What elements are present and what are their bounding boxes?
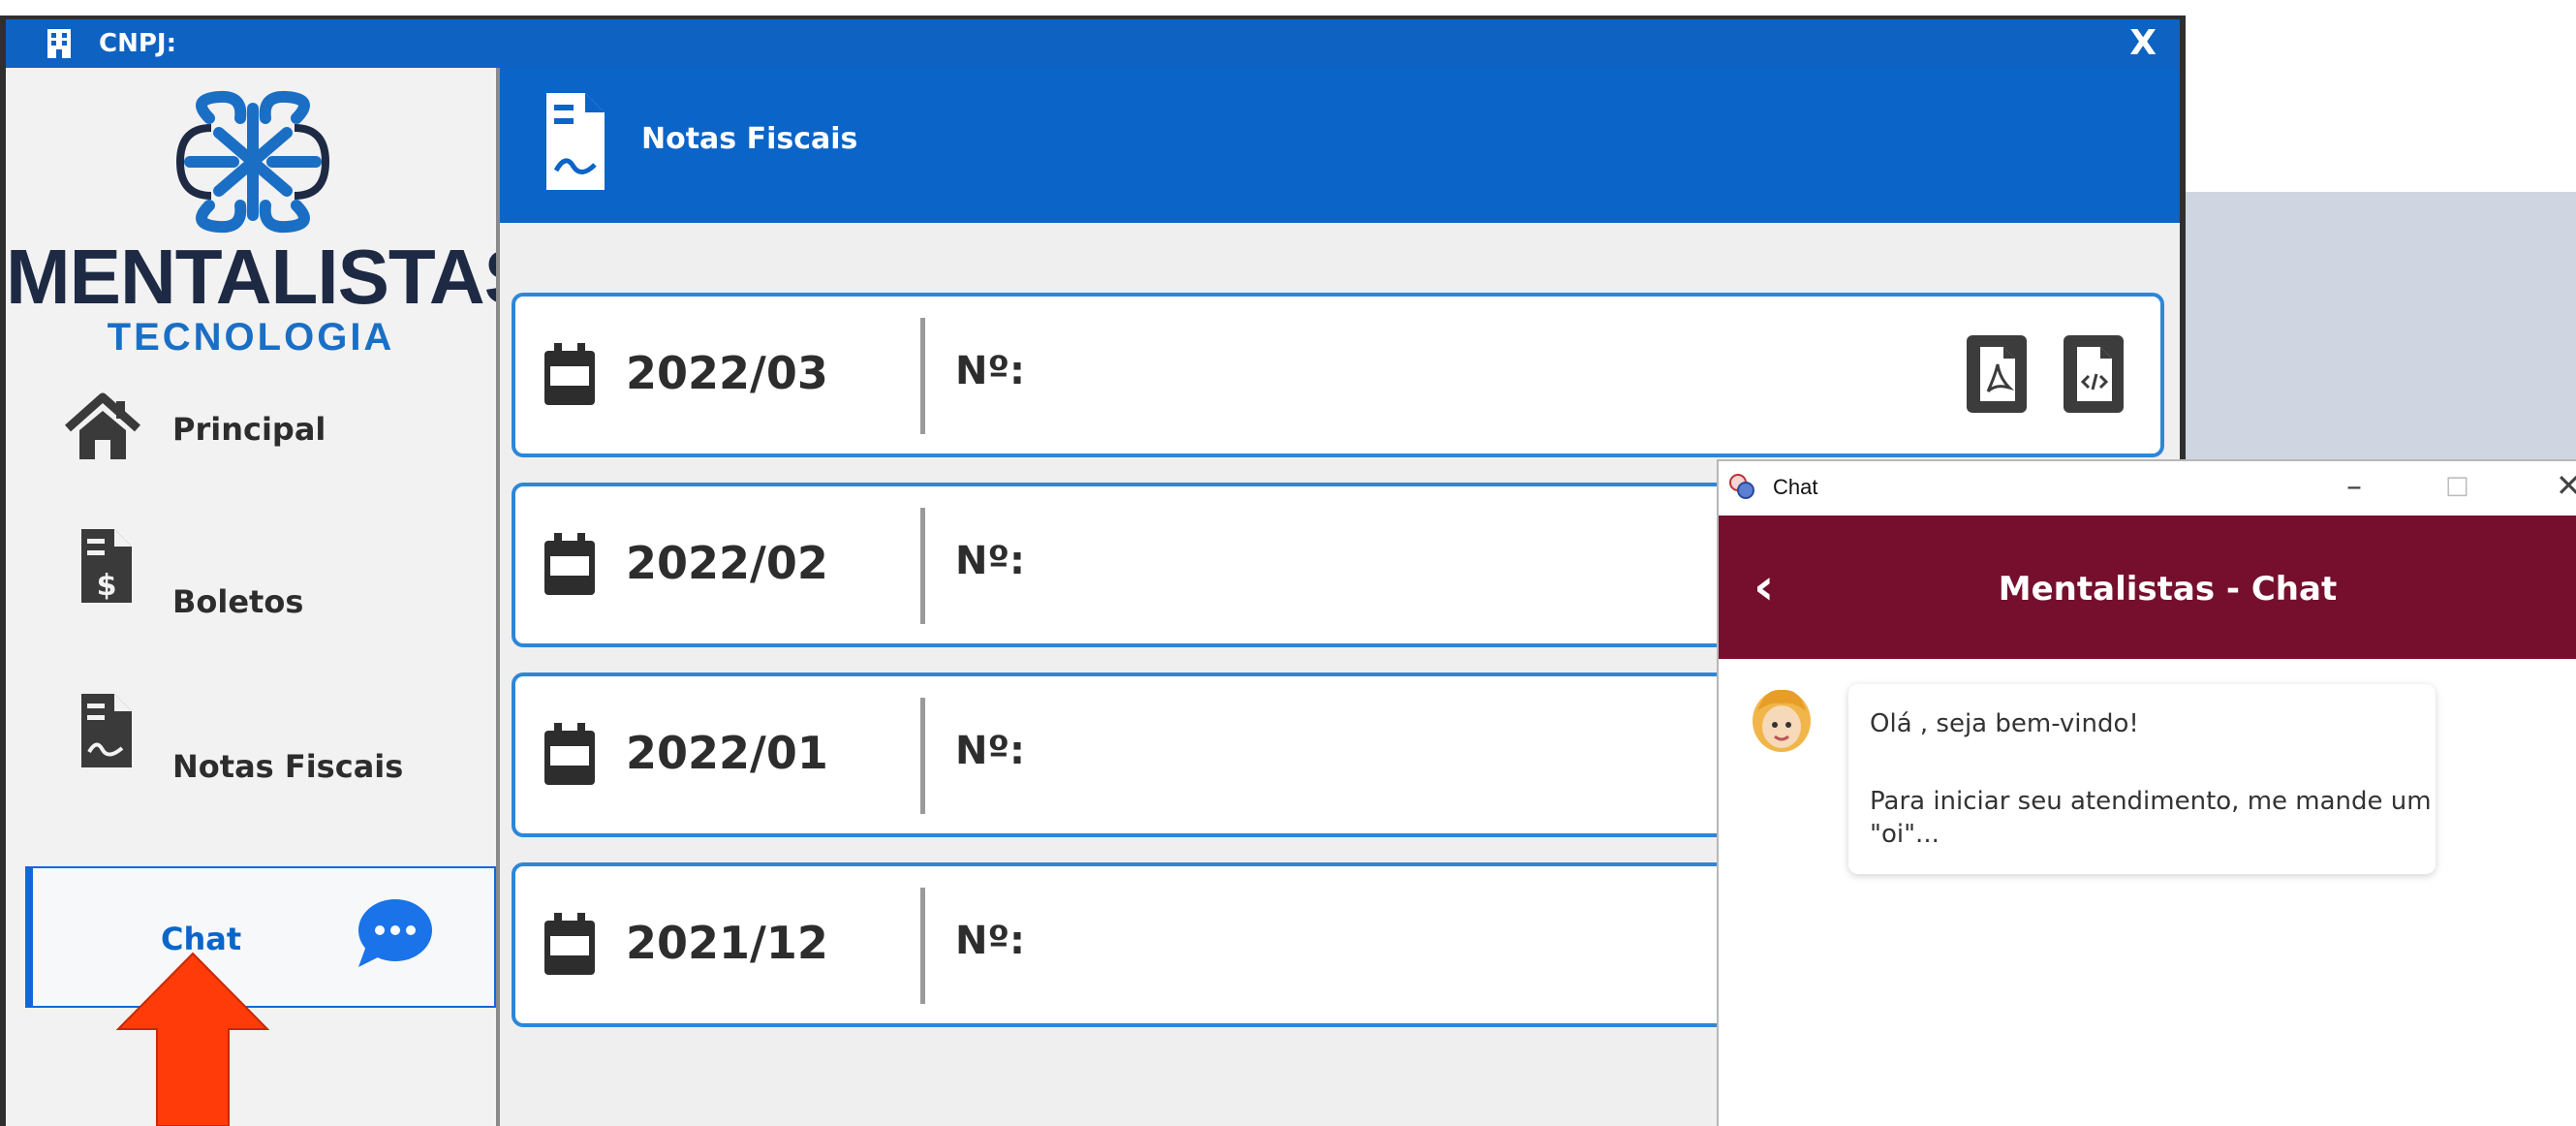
message-text: Para iniciar seu atendimento, me mande u…: [1870, 787, 2432, 849]
svg-text:$: $: [97, 569, 117, 603]
chat-bubble-icon: [358, 899, 432, 967]
sidebar-item-label: Notas Fiscais: [172, 748, 404, 785]
calendar-icon: [544, 913, 595, 975]
invoice-number-label: Nº:: [955, 539, 1026, 583]
minimize-button[interactable]: –: [2346, 467, 2362, 504]
mentalistas-logo-icon: [176, 90, 329, 234]
message-text: Olá , seja bem-vindo!: [1870, 709, 2139, 738]
window-close-button[interactable]: X: [2129, 23, 2157, 63]
logo-wordmark: MENTALISTAS: [6, 234, 536, 320]
download-pdf-button[interactable]: [1967, 335, 2027, 413]
divider: [920, 698, 925, 814]
sidebar-item-boletos[interactable]: $ Boletos: [6, 529, 496, 657]
invoice-document-icon: [546, 93, 605, 190]
invoice-number-label: Nº:: [955, 349, 1026, 393]
invoice-date: 2022/01: [626, 727, 828, 779]
invoice-card[interactable]: 2022/03 Nº:: [512, 293, 2164, 457]
chat-message-bubble: Olá , seja bem-vindo! Para iniciar seu a…: [1848, 684, 2436, 874]
xml-file-icon: [2077, 347, 2112, 401]
calendar-icon: [544, 343, 595, 405]
home-icon: [65, 392, 140, 459]
invoice-document-icon: [81, 694, 132, 767]
chat-close-button[interactable]: ✕: [2556, 467, 2576, 504]
invoice-date: 2022/02: [626, 537, 828, 589]
chat-window: Chat – □ ✕ ‹ Mentalistas - Chat Olá , se…: [1717, 459, 2576, 1126]
sidebar-item-principal[interactable]: Principal: [6, 378, 496, 504]
boleto-document-icon: $: [81, 529, 132, 603]
chat-window-title: Chat: [1773, 475, 1818, 499]
calendar-icon: [544, 723, 595, 785]
invoice-number-label: Nº:: [955, 919, 1026, 963]
divider: [920, 508, 925, 624]
bot-avatar: [1753, 689, 1811, 752]
divider: [920, 888, 925, 1004]
page-title: Notas Fiscais: [641, 122, 858, 156]
invoice-number-label: Nº:: [955, 729, 1026, 773]
invoice-date: 2021/12: [626, 917, 828, 969]
sidebar-item-label: Principal: [172, 411, 326, 448]
building-icon: [47, 29, 71, 58]
sidebar-item-label: Boletos: [172, 583, 304, 620]
window-title: CNPJ:: [99, 29, 176, 58]
sidebar-item-notas-fiscais[interactable]: Notas Fiscais: [6, 694, 496, 822]
divider: [920, 318, 925, 434]
logo-subtitle: TECNOLOGIA: [107, 316, 395, 359]
chat-app-icon: [1729, 474, 1754, 499]
invoice-date: 2022/03: [626, 347, 828, 399]
annotation-arrow-icon: [116, 952, 269, 1126]
chat-header: ‹ Mentalistas - Chat: [1719, 516, 2576, 659]
download-xml-button[interactable]: [2064, 335, 2124, 413]
calendar-icon: [544, 533, 595, 595]
maximize-button[interactable]: □: [2445, 471, 2469, 500]
content-header: Notas Fiscais: [500, 68, 2180, 223]
window-titlebar: CNPJ: X: [6, 19, 2180, 68]
chat-title: Mentalistas - Chat: [1998, 570, 2338, 609]
pdf-file-icon: [1980, 347, 2015, 401]
chat-window-titlebar: Chat – □ ✕: [1719, 461, 2576, 516]
